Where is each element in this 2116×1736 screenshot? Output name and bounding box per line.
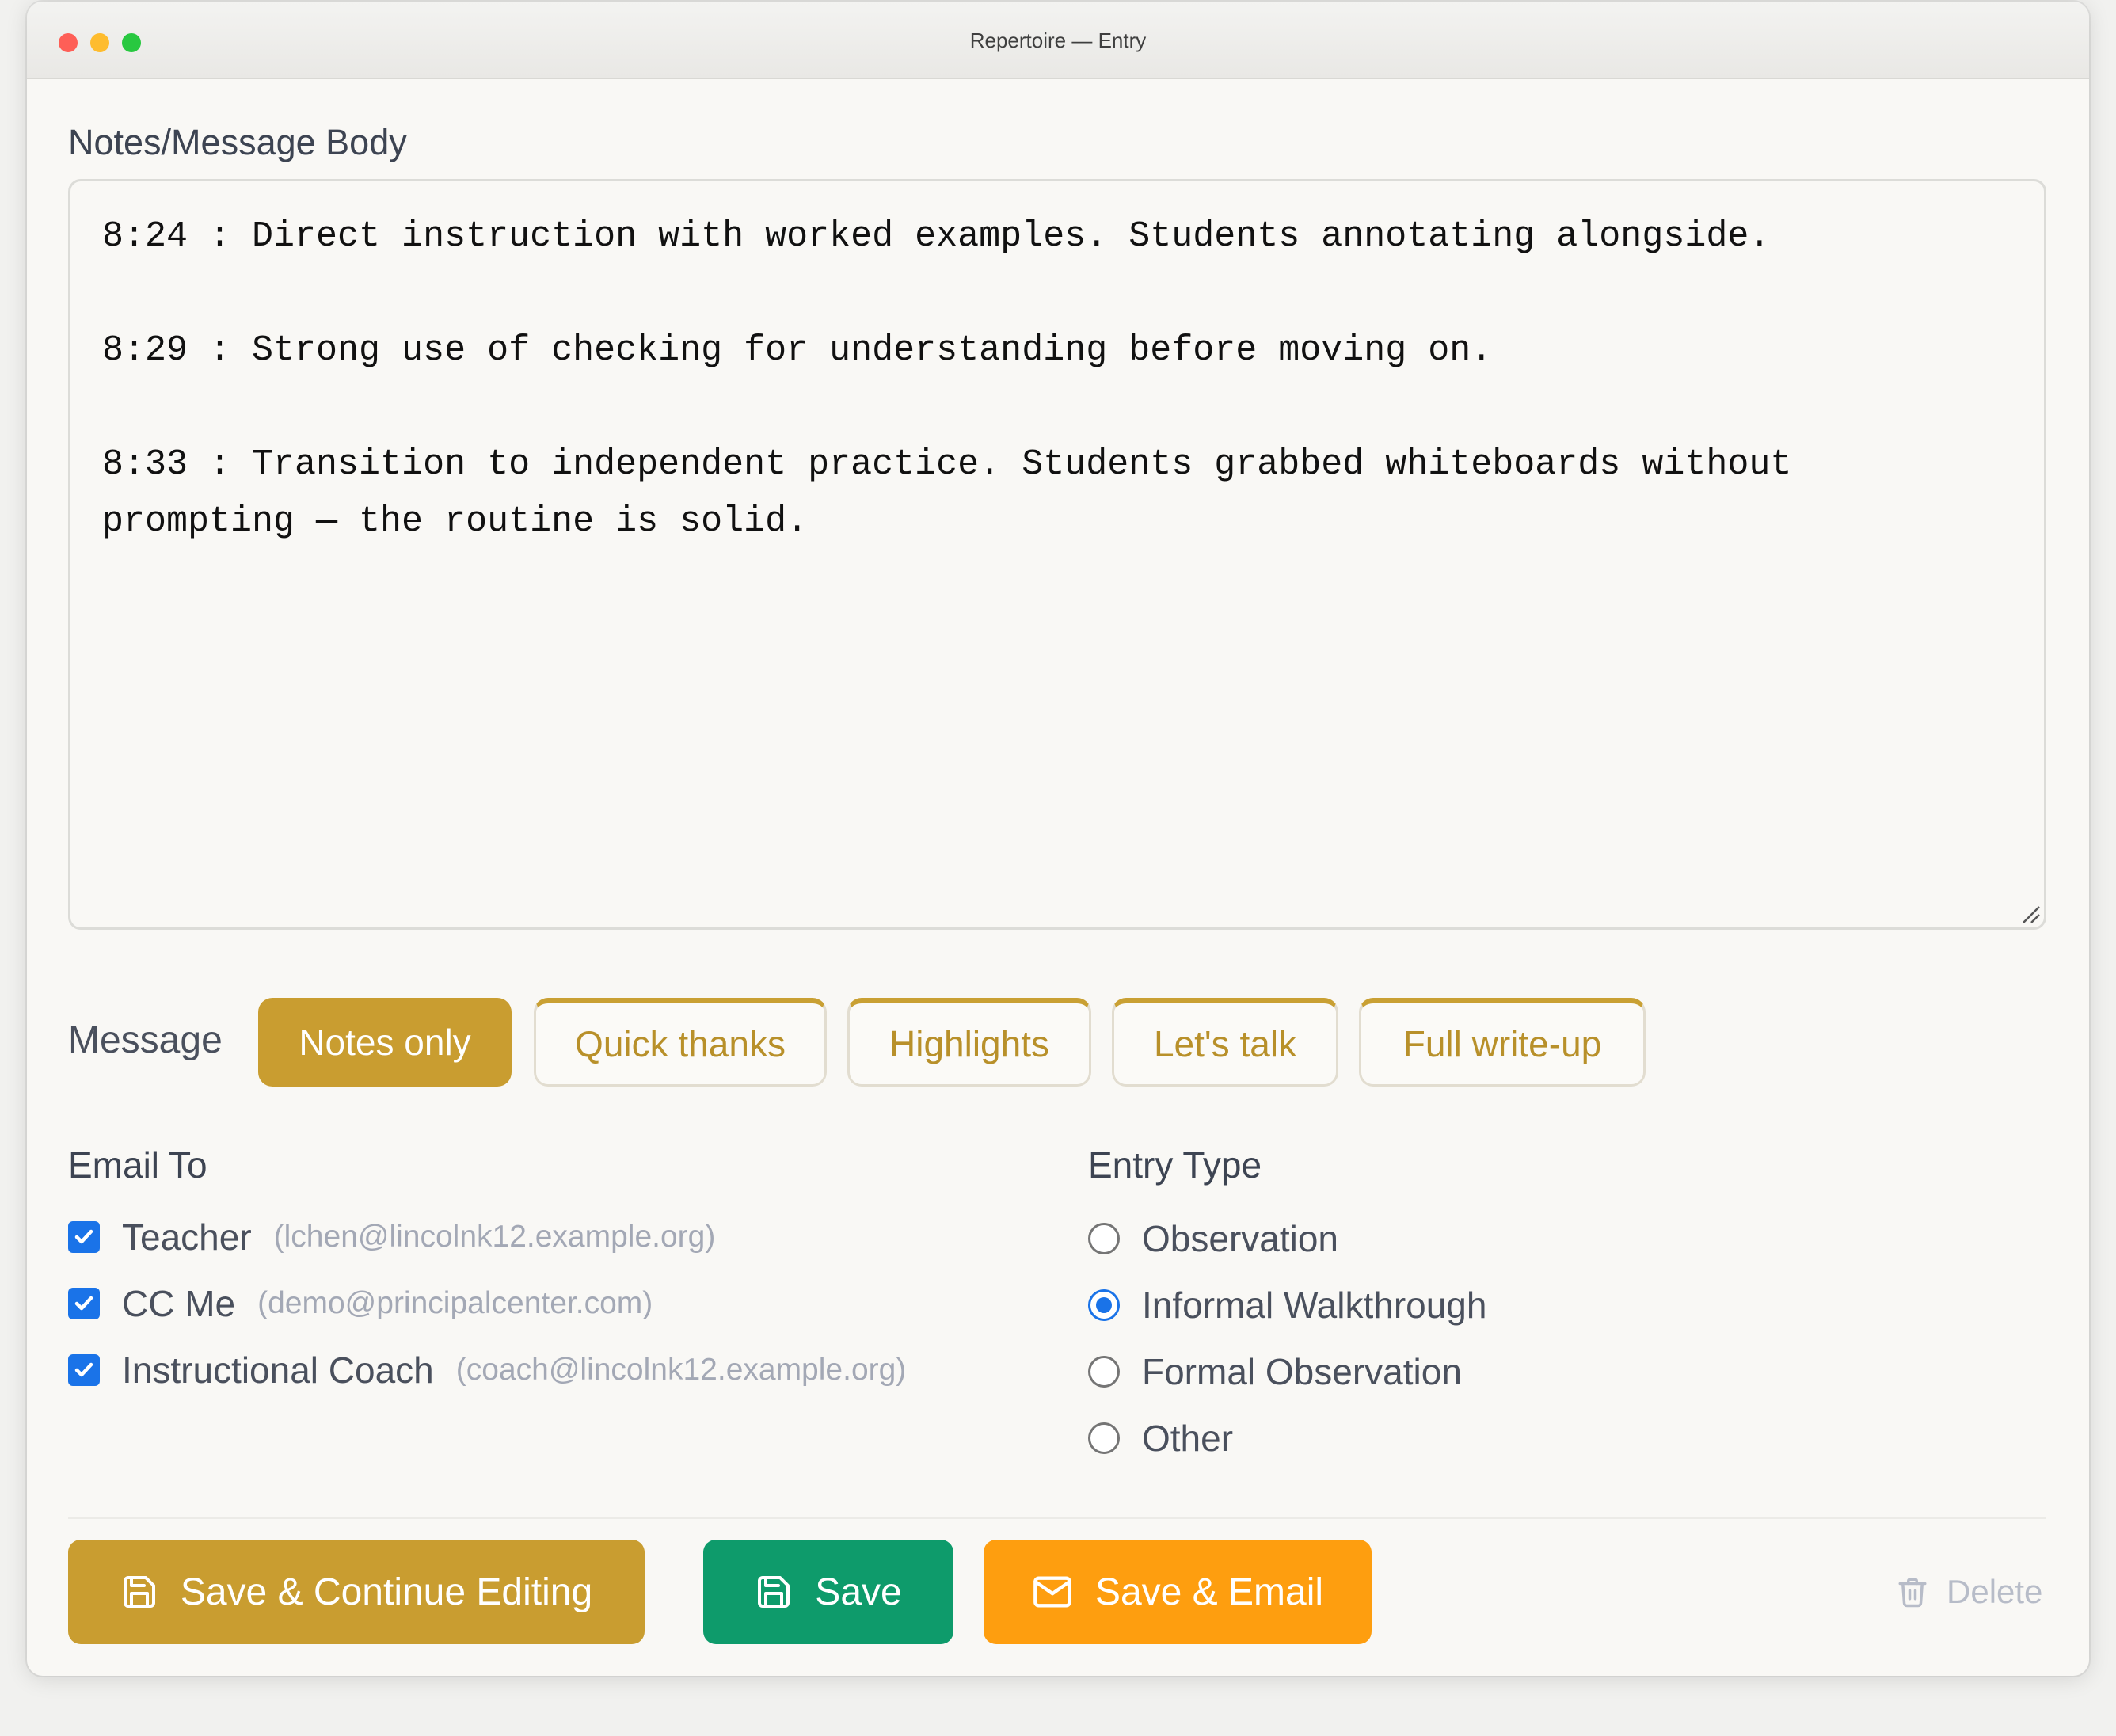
- notes-label: Notes/Message Body: [68, 122, 407, 162]
- delete-label: Delete: [1947, 1573, 2043, 1610]
- recipient-cc-me[interactable]: CC Me (demo@principalcenter.com): [68, 1280, 653, 1327]
- checkmark-icon: [74, 1362, 93, 1377]
- floppy-disk-icon: [758, 1576, 790, 1608]
- entry-type-label: Entry Type: [1088, 1144, 1262, 1186]
- informal-walkthrough-radio[interactable]: [1088, 1289, 1120, 1321]
- teacher-checkbox[interactable]: [68, 1221, 100, 1253]
- save-button[interactable]: Save: [703, 1540, 953, 1644]
- notes-line: prompting — the routine is solid.: [102, 501, 809, 542]
- recipient-teacher[interactable]: Teacher (lchen@lincolnk12.example.org): [68, 1213, 715, 1261]
- resize-grip-icon[interactable]: [2020, 904, 2041, 924]
- recipient-name: Teacher: [122, 1216, 252, 1258]
- save-continue-editing-label: Save & Continue Editing: [180, 1570, 593, 1613]
- email-to-label: Email To: [68, 1144, 207, 1186]
- notes-line: 8:33 : Transition to independent practic…: [102, 444, 1792, 485]
- window-title: Repertoire — Entry: [969, 29, 1147, 52]
- checkmark-icon: [74, 1229, 93, 1244]
- message-option-quick-thanks[interactable]: Quick thanks: [534, 998, 827, 1087]
- observation-radio[interactable]: [1088, 1223, 1120, 1254]
- notes-textarea[interactable]: 8:24 : Direct instruction with worked ex…: [68, 179, 2046, 930]
- save-email-button[interactable]: Save & Email: [984, 1540, 1372, 1644]
- delete-button[interactable]: Delete: [1896, 1566, 2042, 1618]
- entry-type-formal-observation[interactable]: Formal Observation: [1088, 1348, 1462, 1395]
- trash-icon: [1898, 1578, 1927, 1608]
- entry-type-option-label: Informal Walkthrough: [1142, 1285, 1487, 1326]
- entry-type-option-label: Observation: [1142, 1218, 1339, 1259]
- entry-type-informal-walkthrough[interactable]: Informal Walkthrough: [1088, 1281, 1486, 1329]
- recipient-email: (lchen@lincolnk12.example.org): [273, 1220, 716, 1254]
- message-option-full-write-up[interactable]: Full write-up: [1359, 998, 1646, 1087]
- title-bar: Repertoire — Entry: [27, 2, 2089, 79]
- message-option-notes-only[interactable]: Notes only: [258, 998, 512, 1087]
- recipient-instructional-coach[interactable]: Instructional Coach (coach@lincolnk12.ex…: [68, 1346, 906, 1394]
- recipient-email: (coach@lincolnk12.example.org): [455, 1353, 907, 1387]
- save-label: Save: [815, 1570, 902, 1613]
- notes-line: 8:24 : Direct instruction with worked ex…: [102, 216, 1771, 257]
- envelope-icon: [1033, 1576, 1071, 1608]
- entry-type-observation[interactable]: Observation: [1088, 1215, 1338, 1262]
- save-email-label: Save & Email: [1094, 1570, 1324, 1613]
- floppy-disk-icon: [123, 1576, 155, 1608]
- footer-divider: [68, 1517, 2046, 1519]
- message-option-highlights[interactable]: Highlights: [847, 998, 1091, 1087]
- checkmark-icon: [74, 1296, 93, 1311]
- entry-type-other[interactable]: Other: [1088, 1414, 1233, 1462]
- recipient-name: Instructional Coach: [122, 1350, 434, 1391]
- notes-line: 8:29 : Strong use of checking for unders…: [102, 330, 1493, 371]
- message-label: Message: [68, 1019, 223, 1061]
- entry-window: Repertoire — Entry Notes/Message Body 8:…: [27, 2, 2089, 1676]
- formal-observation-radio[interactable]: [1088, 1356, 1120, 1388]
- message-option-lets-talk[interactable]: Let's talk: [1112, 998, 1338, 1087]
- entry-type-option-label: Formal Observation: [1142, 1351, 1462, 1392]
- save-continue-editing-button[interactable]: Save & Continue Editing: [68, 1540, 645, 1644]
- other-radio[interactable]: [1088, 1422, 1120, 1454]
- recipient-name: CC Me: [122, 1283, 236, 1324]
- entry-type-option-label: Other: [1142, 1418, 1234, 1459]
- recipient-email: (demo@principalcenter.com): [257, 1286, 653, 1320]
- cc-me-checkbox[interactable]: [68, 1288, 100, 1319]
- instructional-coach-checkbox[interactable]: [68, 1354, 100, 1386]
